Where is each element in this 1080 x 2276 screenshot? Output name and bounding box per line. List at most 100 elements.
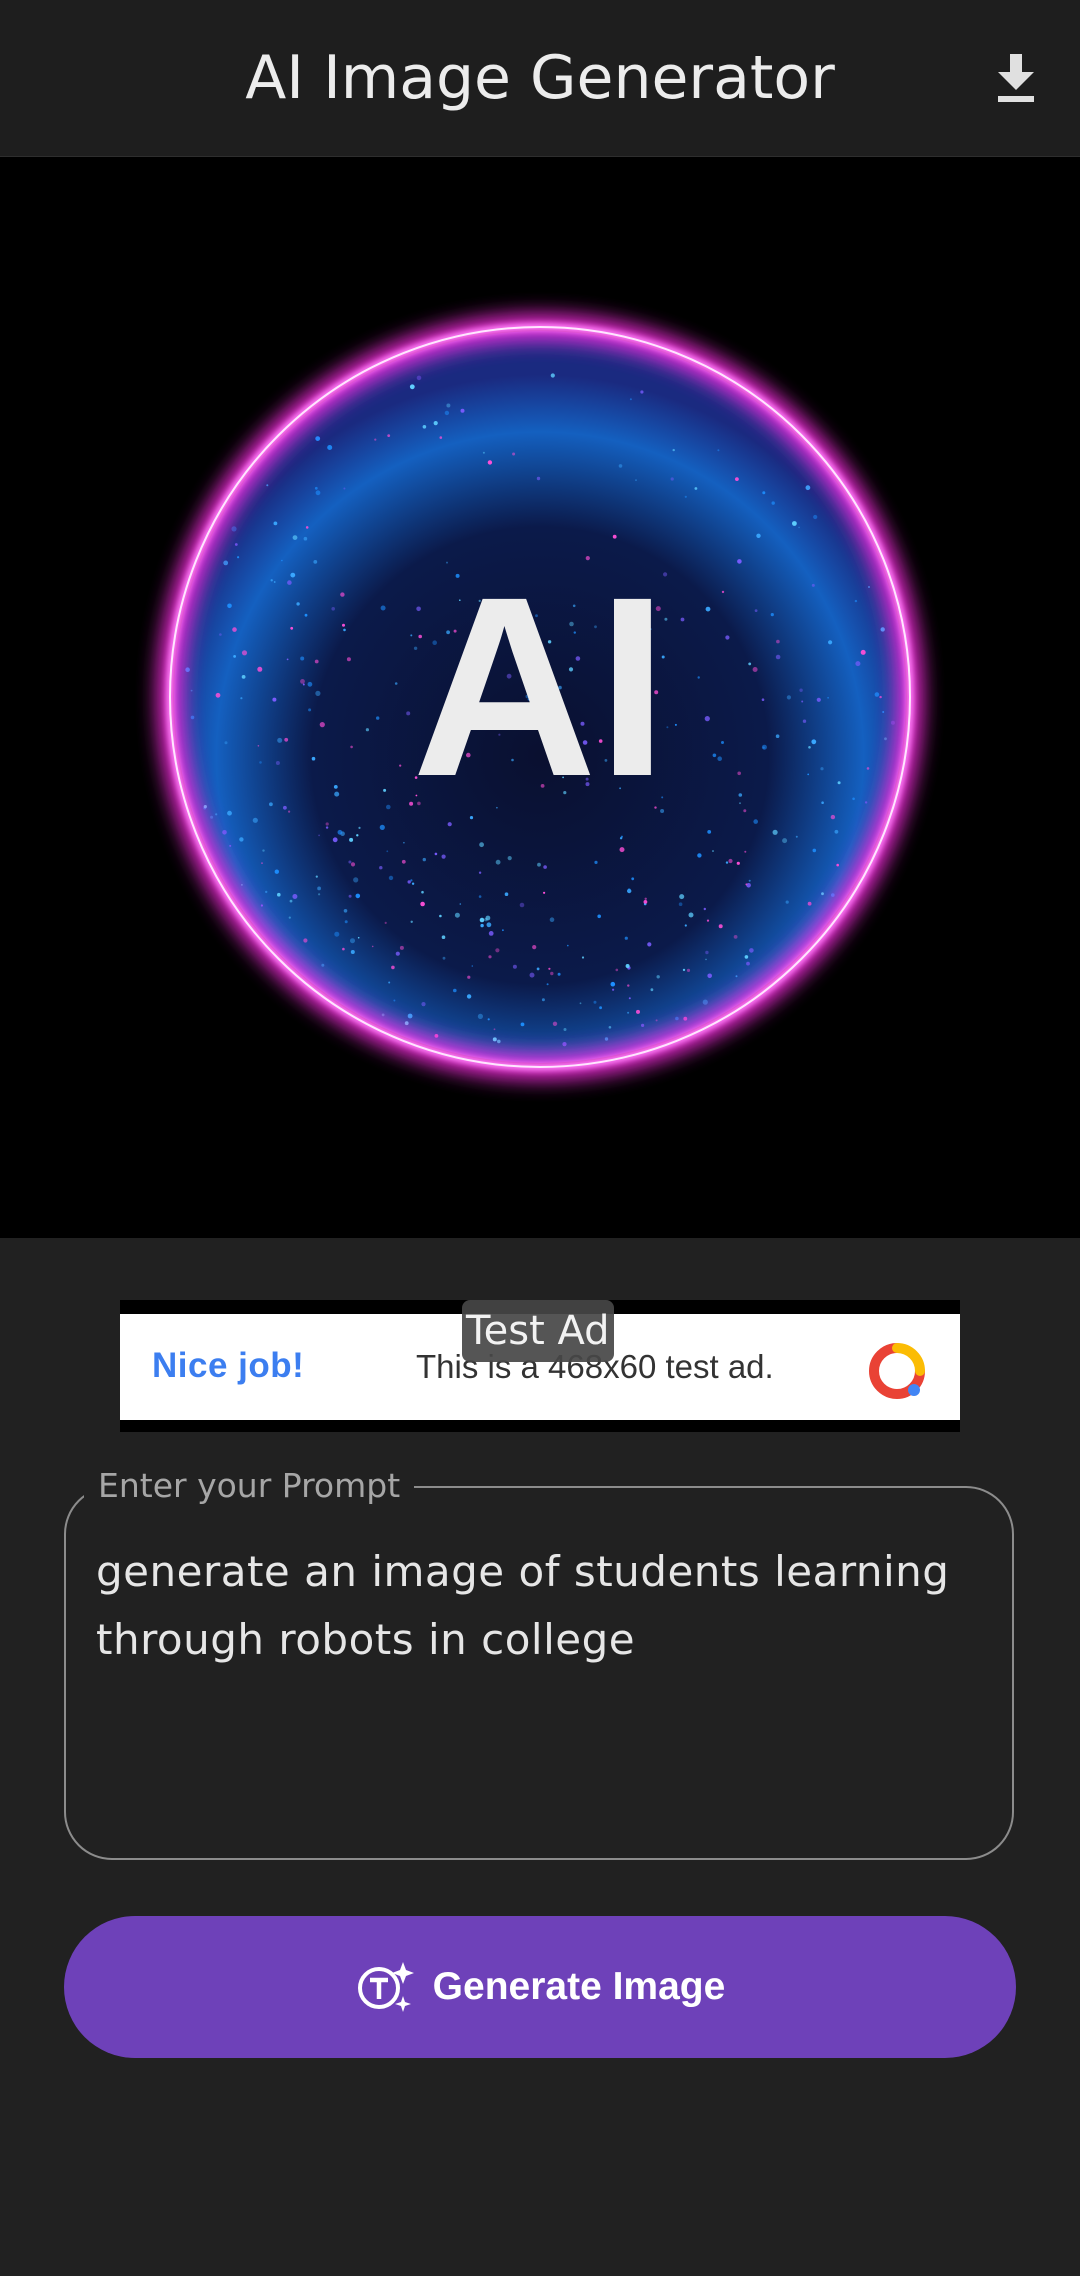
particle [874, 692, 880, 697]
particle [346, 657, 351, 662]
particle [705, 950, 709, 955]
particle [404, 1021, 409, 1026]
particle [488, 955, 492, 959]
particle [262, 849, 265, 852]
particle [460, 408, 465, 413]
particle [507, 856, 512, 861]
particle [737, 559, 742, 564]
particle [453, 988, 457, 993]
particle [315, 690, 321, 697]
particle [492, 1037, 497, 1042]
particle [776, 639, 780, 644]
particle [410, 920, 413, 923]
particle [619, 847, 625, 853]
particle [331, 607, 336, 611]
particle [635, 479, 637, 481]
particle [608, 1026, 612, 1029]
prompt-value[interactable]: generate an image of students learning t… [96, 1538, 976, 1674]
particle [325, 822, 329, 826]
particle [304, 613, 308, 617]
particle [275, 761, 280, 765]
particle [265, 890, 268, 894]
particle [307, 681, 313, 687]
generated-image: AI [0, 157, 1080, 1238]
particle [381, 1013, 385, 1017]
download-button[interactable] [984, 46, 1048, 110]
particle [350, 745, 353, 749]
particle [882, 711, 885, 713]
particle [302, 683, 305, 686]
particle [854, 599, 858, 603]
particle [529, 972, 535, 978]
particle [686, 968, 691, 973]
particle [650, 988, 654, 992]
particle [697, 676, 700, 679]
particle [190, 689, 193, 692]
particle [407, 1013, 413, 1019]
particle [479, 842, 484, 848]
particle [670, 477, 674, 481]
particle [754, 609, 758, 612]
particle [444, 410, 450, 416]
particle [252, 817, 258, 823]
particle [311, 756, 316, 761]
particle [441, 935, 446, 939]
particle [442, 956, 446, 960]
particle [257, 666, 263, 672]
particle [612, 988, 615, 991]
particle [355, 893, 361, 899]
particle [721, 741, 724, 744]
particle [229, 844, 232, 847]
particle [647, 942, 652, 947]
particle [890, 720, 895, 725]
particle [811, 739, 817, 745]
particle [830, 814, 836, 820]
particle [350, 862, 356, 867]
particle [416, 375, 422, 381]
particle [305, 526, 309, 529]
particle [478, 895, 482, 898]
particle [655, 1019, 658, 1022]
particle [752, 667, 758, 672]
particle [350, 950, 355, 954]
particle [834, 829, 839, 834]
particle [315, 436, 321, 441]
particle [446, 403, 451, 408]
particle [675, 1016, 679, 1021]
particle [543, 891, 546, 894]
particle [775, 654, 781, 660]
particle [728, 858, 733, 864]
particle [380, 605, 386, 611]
particle [439, 914, 442, 918]
particle [433, 421, 438, 426]
particle [219, 633, 222, 636]
particle [203, 805, 207, 809]
particle [520, 1022, 525, 1027]
particle [223, 560, 229, 566]
particle [717, 756, 722, 761]
particle [597, 914, 601, 919]
particle [680, 617, 685, 622]
particle [816, 697, 821, 702]
particle [795, 835, 798, 838]
particle [615, 968, 619, 972]
particle [222, 830, 227, 835]
download-icon [998, 54, 1034, 102]
particle [684, 924, 687, 927]
particle [348, 860, 352, 864]
particle [395, 951, 400, 956]
particle [674, 723, 677, 726]
particle [805, 485, 811, 491]
particle [688, 912, 694, 918]
particle [756, 533, 761, 538]
particle [543, 865, 547, 869]
particle [409, 384, 415, 390]
particle [277, 737, 283, 743]
generate-image-button[interactable]: Generate Image [64, 1916, 1016, 2058]
particle [581, 956, 585, 959]
particle [828, 640, 833, 645]
particle [837, 781, 841, 785]
particle [594, 860, 598, 865]
particle [273, 521, 278, 526]
particle [349, 837, 354, 842]
